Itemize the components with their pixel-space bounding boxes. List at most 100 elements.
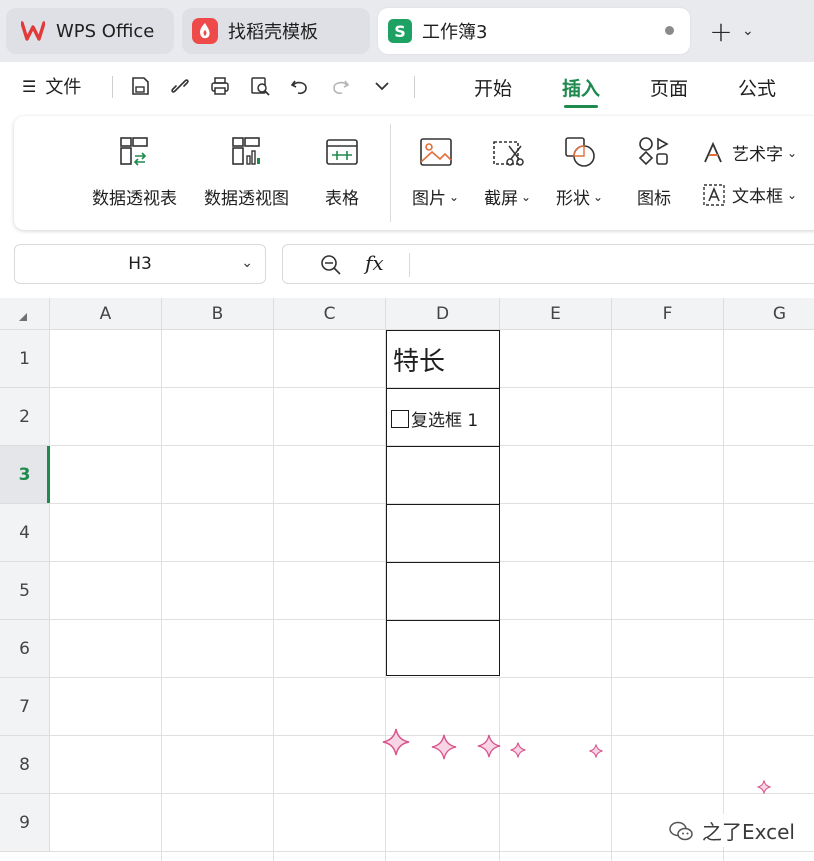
column-header-c[interactable]: C xyxy=(274,298,386,330)
name-box[interactable]: H3 ⌄ xyxy=(14,244,266,284)
sparkle-icon xyxy=(477,734,501,758)
tab-wps-office[interactable]: WPS Office xyxy=(6,8,174,54)
cell-d5[interactable] xyxy=(387,563,499,621)
wordart-icon xyxy=(704,141,722,162)
new-tab-button[interactable]: + ⌄ xyxy=(706,14,766,48)
tab-workbook[interactable]: S 工作簿3 xyxy=(378,8,690,54)
row-header-2[interactable]: 2 xyxy=(0,388,50,446)
column-header-f[interactable]: F xyxy=(612,298,724,330)
cell-d2[interactable]: 复选框 1 xyxy=(387,389,499,447)
row-header-4[interactable]: 4 xyxy=(0,504,50,562)
plus-icon: + xyxy=(709,14,733,48)
column-header-e[interactable]: E xyxy=(500,298,612,330)
picture-label: 图片 xyxy=(412,189,446,209)
wps-logo-icon xyxy=(20,20,46,42)
table-button[interactable]: 表格 xyxy=(324,134,360,209)
ribbon-label: 表格 xyxy=(325,189,359,209)
select-all-corner[interactable] xyxy=(0,298,50,330)
pivot-chart-button[interactable]: 数据透视图 xyxy=(204,134,289,209)
tab-formulas[interactable]: 公式 xyxy=(738,72,776,102)
gridline xyxy=(50,677,814,678)
wps-spreadsheet-window: WPS Office 找稻壳模板 S 工作簿3 + ⌄ ☰ 文件 开始 插入 页… xyxy=(0,0,814,861)
chevron-down-icon[interactable]: ⌄ xyxy=(241,255,253,271)
formula-bar: H3 ⌄ fx xyxy=(0,238,814,290)
sparkle-icon xyxy=(431,734,457,760)
ribbon-label: 数据透视表 xyxy=(92,189,177,209)
checkbox-label: 复选框 1 xyxy=(411,411,479,431)
checkbox-control[interactable]: 复选框 1 xyxy=(391,406,478,431)
cell-d3[interactable] xyxy=(387,447,499,505)
zoom-icon[interactable] xyxy=(319,253,343,277)
row-header-7[interactable]: 7 xyxy=(0,678,50,736)
chevron-down-icon: ⌄ xyxy=(449,189,460,204)
cell-d4[interactable] xyxy=(387,505,499,563)
ribbon-label: 数据透视图 xyxy=(204,189,289,209)
icon-button[interactable]: 图标 xyxy=(636,134,672,209)
column-header-g[interactable]: G xyxy=(724,298,814,330)
ribbon-label: 图标 xyxy=(637,189,671,209)
scissors-icon xyxy=(492,141,524,166)
select-all-icon xyxy=(19,313,27,321)
chevron-down-icon: ⌄ xyxy=(521,189,532,204)
column-header-d[interactable]: D xyxy=(386,298,500,330)
textbox-button[interactable]: 文本框 ⌄ xyxy=(702,182,797,207)
screenshot-button[interactable]: 截屏 ⌄ xyxy=(484,134,531,209)
gridline xyxy=(161,330,162,861)
tab-daoke-templates[interactable]: 找稻壳模板 xyxy=(182,8,370,54)
gridline xyxy=(611,330,612,861)
chevron-down-icon: ⌄ xyxy=(787,145,798,160)
spreadsheet-grid: A B C D E F G 1 2 3 4 5 6 7 8 9 特长 复选框 1… xyxy=(0,298,814,861)
row-header-1[interactable]: 1 xyxy=(0,330,50,388)
tab-label: 找稻壳模板 xyxy=(228,22,318,43)
cell-d6[interactable] xyxy=(387,621,499,676)
gridline xyxy=(723,330,724,861)
tab-page[interactable]: 页面 xyxy=(650,72,688,102)
divider xyxy=(414,76,415,98)
print-button[interactable] xyxy=(206,72,234,100)
chevron-down-icon[interactable]: ⌄ xyxy=(742,23,754,39)
undo-icon xyxy=(290,80,307,95)
row-header-6[interactable]: 6 xyxy=(0,620,50,678)
ribbon-label: 图片 ⌄ xyxy=(412,184,459,209)
sparkle-icon xyxy=(382,728,410,756)
share-button[interactable] xyxy=(166,72,194,100)
undo-button[interactable] xyxy=(286,72,314,100)
shape-label: 形状 xyxy=(556,189,590,209)
row-header-8[interactable]: 8 xyxy=(0,736,50,794)
insert-function-icon[interactable]: fx xyxy=(365,251,384,275)
redo-icon xyxy=(333,80,350,95)
shape-button[interactable]: 形状 ⌄ xyxy=(556,134,603,209)
tab-insert[interactable]: 插入 xyxy=(562,72,600,108)
textbox-icon xyxy=(703,183,725,206)
unsaved-dot-icon[interactable] xyxy=(665,26,674,35)
chevron-down-icon xyxy=(375,82,389,91)
formula-input[interactable]: fx xyxy=(282,244,814,284)
picture-icon xyxy=(419,138,452,166)
sparkle-icon xyxy=(589,744,603,758)
row-header-9[interactable]: 9 xyxy=(0,794,50,852)
bordered-range-d1-d6: 特长 复选框 1 xyxy=(386,330,500,676)
checkbox-square-icon[interactable] xyxy=(391,409,409,428)
print-preview-button[interactable] xyxy=(246,72,274,100)
tab-home[interactable]: 开始 xyxy=(474,72,512,102)
redo-button[interactable] xyxy=(326,72,354,100)
gridline xyxy=(273,330,274,861)
picture-button[interactable]: 图片 ⌄ xyxy=(412,134,459,209)
pivot-table-button[interactable]: 数据透视表 xyxy=(92,134,177,209)
file-menu-button[interactable]: ☰ 文件 xyxy=(22,72,81,100)
save-button[interactable] xyxy=(126,72,154,100)
row-header-5[interactable]: 5 xyxy=(0,562,50,620)
ribbon-label: 截屏 ⌄ xyxy=(484,184,531,209)
printer-icon xyxy=(211,77,229,95)
row-header-3[interactable]: 3 xyxy=(0,446,50,504)
tab-label: WPS Office xyxy=(56,20,155,42)
column-header-b[interactable]: B xyxy=(162,298,274,330)
preview-icon xyxy=(251,77,270,96)
gridline xyxy=(50,793,814,794)
wordart-button[interactable]: 艺术字 ⌄ xyxy=(702,140,797,165)
cell-d1[interactable]: 特长 xyxy=(387,331,499,389)
screenshot-label: 截屏 xyxy=(484,189,518,209)
icons-library-icon xyxy=(638,137,669,166)
column-header-a[interactable]: A xyxy=(50,298,162,330)
more-quick-actions-button[interactable] xyxy=(368,72,396,100)
